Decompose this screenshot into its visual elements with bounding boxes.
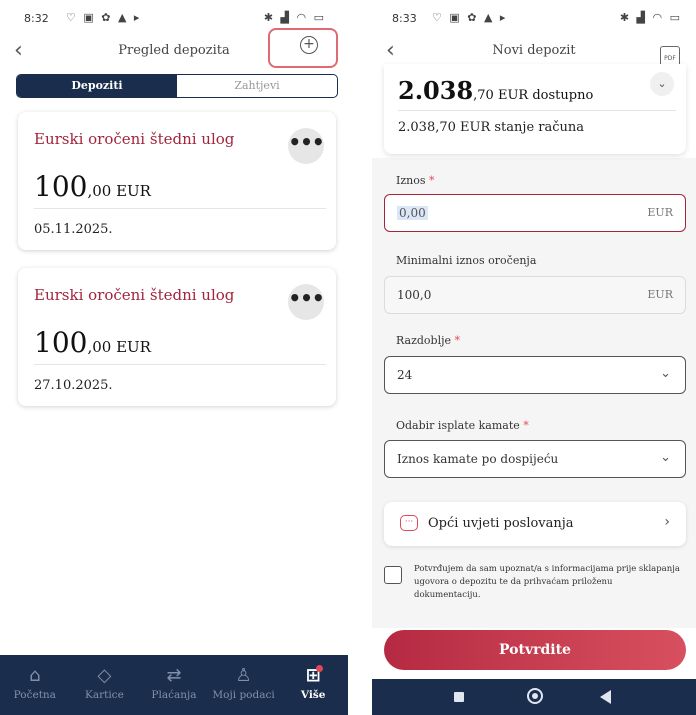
nav-my-data[interactable]: ♙ Moji podaci <box>209 655 279 715</box>
confirm-button[interactable]: Potvrdite <box>384 630 686 670</box>
nav-cards[interactable]: ◇ Kartice <box>70 655 140 715</box>
app-header: ‹ Pregled depozita + <box>0 28 348 70</box>
tab-deposits[interactable]: Depoziti <box>17 75 177 97</box>
chevron-down-icon: ⌄ <box>660 450 671 465</box>
terms-label: Opći uvjeti poslovanja <box>428 516 574 531</box>
account-balance: 2.038,70 EUR stanje računa <box>398 120 585 135</box>
interest-label: Odabir isplate kamate * <box>396 419 529 432</box>
required-mark: * <box>523 419 529 432</box>
system-icons: ✱ ▟ ◠ ▭ <box>263 11 326 24</box>
home-icon: ⌂ <box>29 665 41 686</box>
deposit-card[interactable]: Eurski oročeni štedni ulog ••• 100,00 EU… <box>18 268 336 406</box>
card-icon: ◇ <box>97 665 112 686</box>
notification-badge <box>316 665 324 672</box>
deposits-tabs: Depoziti Zahtjevi <box>16 74 338 98</box>
amount-input[interactable]: 0,00 EUR <box>384 194 686 232</box>
user-icon: ♙ <box>235 665 252 686</box>
chevron-right-icon: › <box>664 514 670 530</box>
currency-unit: EUR <box>647 206 673 219</box>
available-int: 2.038 <box>398 76 474 105</box>
available-rest: ,70 EUR dostupno <box>473 88 594 103</box>
consent-checkbox[interactable] <box>384 566 402 584</box>
min-amount-value: 100,0 <box>397 288 432 302</box>
period-value: 24 <box>397 368 413 382</box>
amount-value: 0,00 <box>397 206 428 220</box>
transfer-icon: ⇄ <box>166 665 182 686</box>
interest-payout-value: Iznos kamate po dospijeću <box>397 452 559 466</box>
chevron-down-icon: ⌄ <box>660 366 671 381</box>
notification-icons: ♡ ▣ ✿ ▲ ▸ <box>66 11 142 24</box>
amount-label: Iznos * <box>396 174 435 187</box>
nav-payments[interactable]: ⇄ Plaćanja <box>139 655 209 715</box>
period-label: Razdoblje * <box>396 334 460 347</box>
deposit-date: 27.10.2025. <box>34 378 113 393</box>
nav-more[interactable]: ⊞ Više <box>278 655 348 715</box>
interest-label-text: Odabir isplate kamate <box>396 419 520 432</box>
deposit-amount: 100,00 EUR <box>34 170 151 203</box>
more-options-icon[interactable]: ••• <box>288 128 325 164</box>
deposit-amount-rest: ,00 EUR <box>87 338 151 356</box>
notification-icons: ♡ ▣ ✿ ▲ ▸ <box>432 11 508 24</box>
consent-text: Potvrđujem da sam upoznat/a s informacij… <box>414 564 680 600</box>
min-amount-field: 100,0 EUR <box>384 276 686 314</box>
add-deposit-highlight: + <box>268 28 338 68</box>
chat-icon: ··· <box>400 515 418 531</box>
home-button-icon[interactable] <box>527 688 543 704</box>
nav-home[interactable]: ⌂ Početna <box>0 655 70 715</box>
interest-payout-select[interactable]: Iznos kamate po dospijeću ⌄ <box>384 440 686 478</box>
min-amount-label: Minimalni iznos oročenja <box>396 254 537 267</box>
grid-icon: ⊞ <box>278 663 348 689</box>
status-bar: 8:33 ♡ ▣ ✿ ▲ ▸ ✱ ▟ ◠ ▭ <box>372 0 696 34</box>
period-label-text: Razdoblje <box>396 334 452 347</box>
nav-label: Plaćanja <box>151 689 197 701</box>
divider <box>398 110 676 111</box>
currency-unit: EUR <box>647 288 673 301</box>
nav-label: Više <box>300 689 326 701</box>
recent-apps-icon[interactable] <box>454 692 464 702</box>
deposit-date: 05.11.2025. <box>34 222 113 237</box>
new-deposit-screen: 8:33 ♡ ▣ ✿ ▲ ▸ ✱ ▟ ◠ ▭ ‹ Novi depozit PD… <box>372 0 696 715</box>
divider <box>34 208 326 209</box>
tab-requests[interactable]: Zahtjevi <box>177 75 337 97</box>
page-title: Novi depozit <box>492 43 576 58</box>
deposit-amount-int: 100 <box>34 170 88 203</box>
deposit-amount: 100,00 EUR <box>34 326 151 359</box>
deposit-title: Eurski oročeni štedni ulog <box>34 286 235 304</box>
nav-label: Početna <box>13 689 56 701</box>
divider <box>34 364 326 365</box>
chevron-down-icon[interactable]: ⌄ <box>650 72 674 96</box>
back-triangle-icon[interactable] <box>600 690 611 704</box>
amount-label-text: Iznos <box>396 174 426 187</box>
deposit-amount-rest: ,00 EUR <box>87 182 151 200</box>
available-amount: 2.038,70 EUR dostupno <box>398 76 593 105</box>
account-selector[interactable]: 2.038,70 EUR dostupno ⌄ 2.038,70 EUR sta… <box>384 64 686 154</box>
required-mark: * <box>454 334 461 347</box>
nav-label: Kartice <box>84 689 124 701</box>
deposit-card[interactable]: Eurski oročeni štedni ulog ••• 100,00 EU… <box>18 112 336 250</box>
bottom-navigation: ⌂ Početna ◇ Kartice ⇄ Plaćanja ♙ Moji po… <box>0 655 348 715</box>
period-select[interactable]: 24 ⌄ <box>384 356 686 394</box>
status-time: 8:32 <box>24 12 49 25</box>
required-mark: * <box>429 174 435 187</box>
deposit-title: Eurski oročeni štedni ulog <box>34 130 235 148</box>
system-navigation-bar <box>372 679 696 715</box>
nav-label: Moji podaci <box>212 689 275 701</box>
status-time: 8:33 <box>392 12 417 25</box>
system-icons: ✱ ▟ ◠ ▭ <box>619 11 682 24</box>
deposits-overview-screen: 8:32 ♡ ▣ ✿ ▲ ▸ ✱ ▟ ◠ ▭ ‹ Pregled depozit… <box>0 0 348 715</box>
deposit-amount-int: 100 <box>34 326 88 359</box>
add-deposit-icon[interactable]: + <box>300 36 318 54</box>
general-terms-link[interactable]: ··· Opći uvjeti poslovanja › <box>384 502 686 546</box>
more-options-icon[interactable]: ••• <box>288 284 325 320</box>
